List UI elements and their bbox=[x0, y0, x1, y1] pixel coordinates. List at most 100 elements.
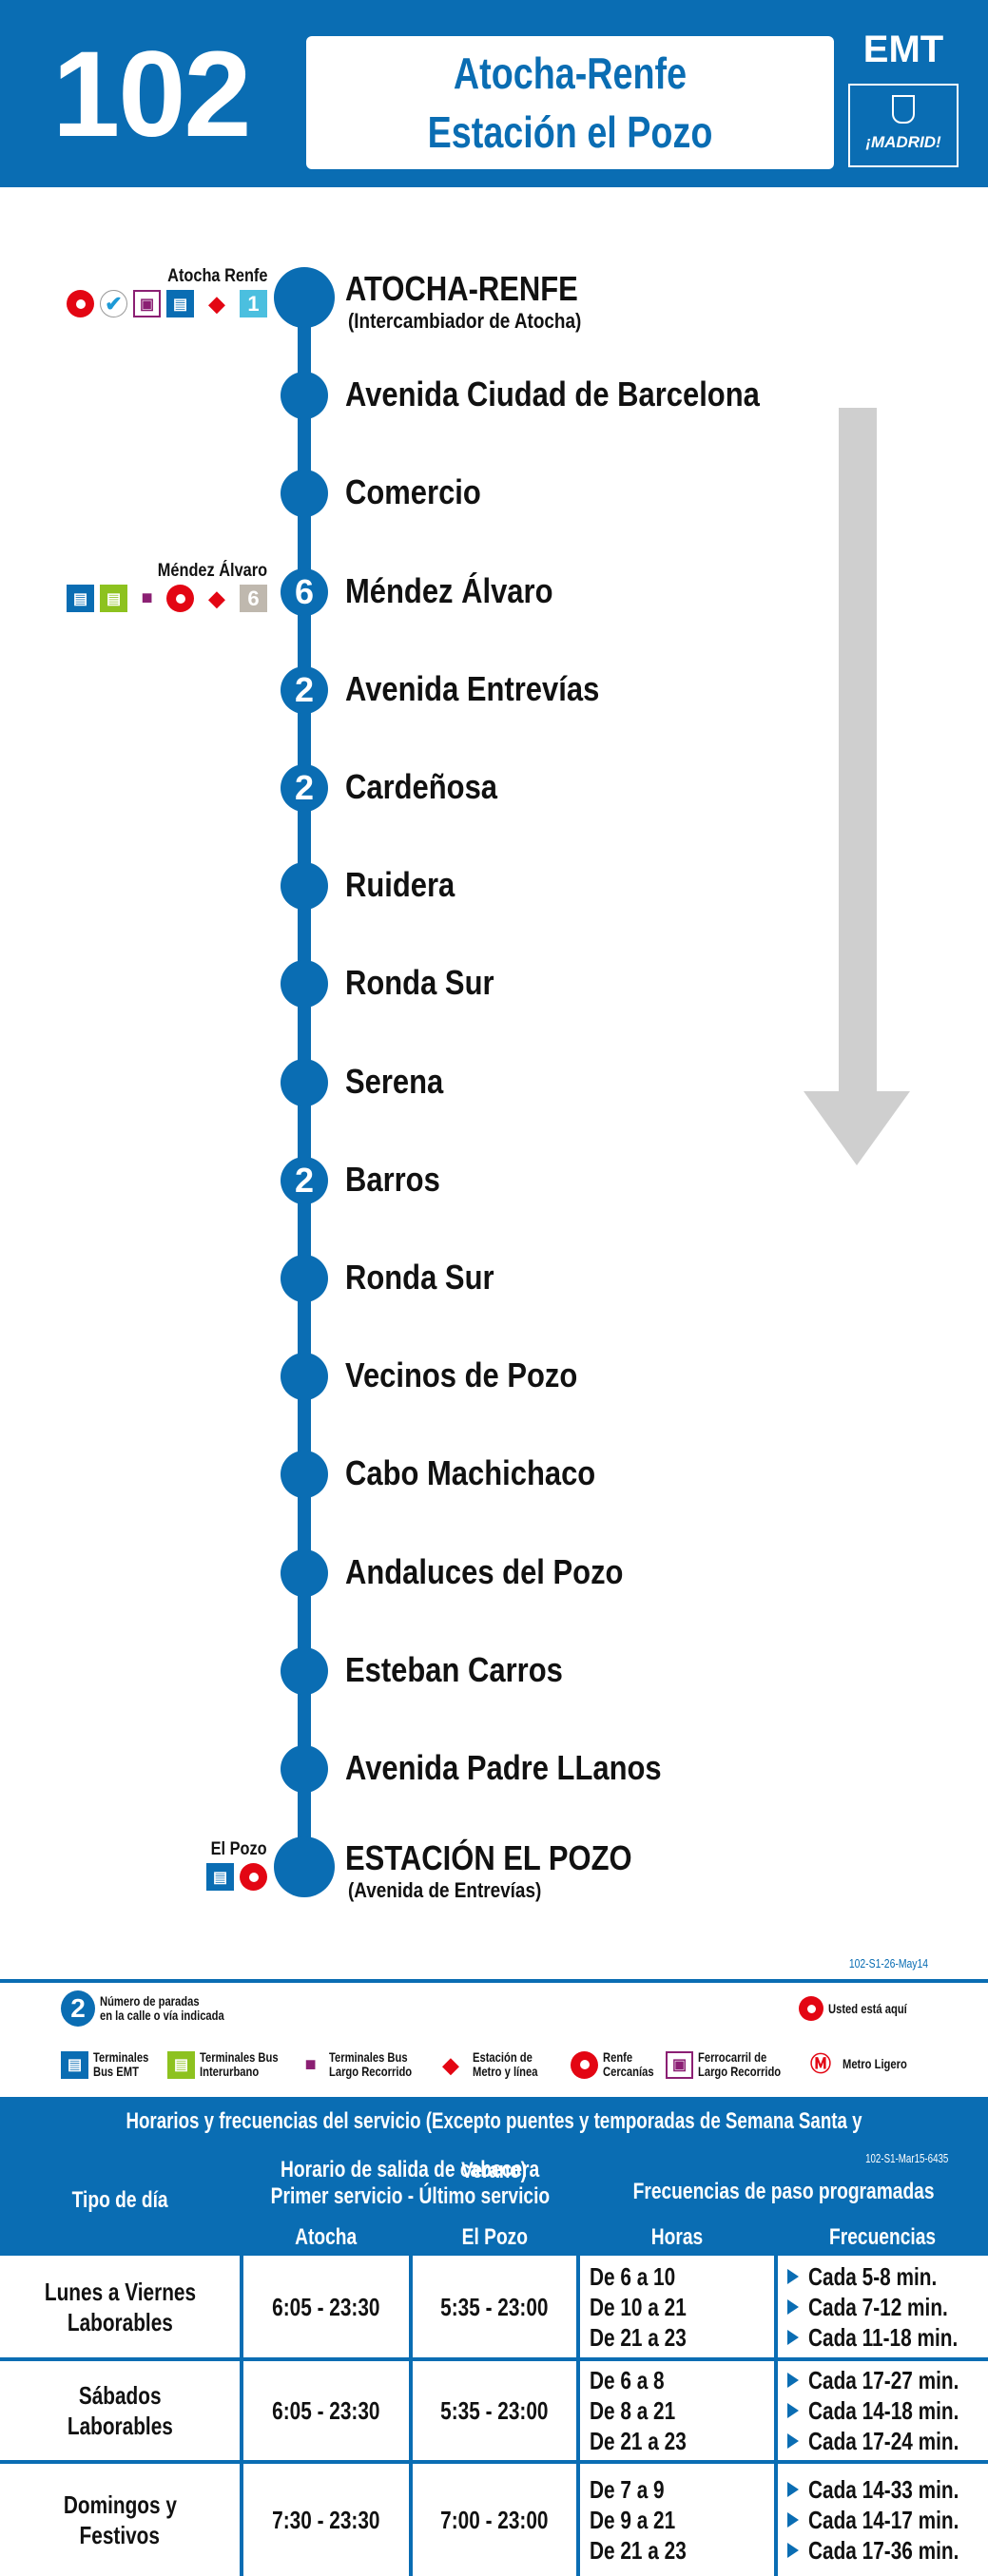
atocha-time-cell-text: 6:05 - 23:30 bbox=[272, 2396, 380, 2425]
frequency-row: Cada 14-18 min. bbox=[787, 2395, 988, 2426]
divider bbox=[0, 1979, 988, 1983]
bus-emt-icon: ▤ bbox=[206, 1863, 234, 1891]
frequency-text: Cada 7-12 min. bbox=[808, 2292, 948, 2321]
frequency-cell: Cada 17-27 min. Cada 14-18 min. Cada 17-24… bbox=[778, 2361, 988, 2460]
frequency-row: Cada 14-17 min. bbox=[787, 2505, 988, 2535]
direction-arrow-head-icon bbox=[804, 1091, 910, 1165]
stop-name: Ruidera bbox=[345, 865, 455, 905]
stop-marker bbox=[281, 1548, 328, 1597]
legend-text: Usted está aquí bbox=[828, 2000, 907, 2016]
renfe-cercanias-icon bbox=[571, 2050, 598, 2079]
stop-name: Cabo Machichaco bbox=[345, 1453, 596, 1493]
atocha-time-cell: 6:05 - 23:30 bbox=[243, 2256, 409, 2357]
stop-name: Ronda Sur bbox=[345, 963, 494, 1003]
legend-text: Largo Recorrido bbox=[698, 2064, 782, 2079]
stop-marker bbox=[281, 862, 328, 911]
hours-cell: De 6 a 10 De 10 a 21 De 21 a 23 bbox=[580, 2256, 774, 2357]
header-pozo: El Pozo bbox=[413, 2222, 576, 2253]
header-day-type-text: Tipo de día bbox=[71, 2187, 168, 2213]
day-type-cell-text: Sábados bbox=[78, 2381, 162, 2410]
frequency-row: Cada 17-24 min. bbox=[787, 2426, 988, 2456]
frequency-text: Cada 11-18 min. bbox=[808, 2322, 959, 2352]
legend-text: Terminales Bus bbox=[329, 2049, 408, 2065]
metro-icon: ◆ bbox=[200, 585, 234, 612]
legend-text: en la calle o vía indicada bbox=[100, 2008, 224, 2023]
header-frequencies-text: Frecuencias de paso programadas bbox=[633, 2179, 935, 2204]
legend-text: Renfe bbox=[603, 2049, 633, 2065]
day-type-cell: Domingos y Festivos bbox=[0, 2464, 240, 2576]
arrow-bullet-icon bbox=[787, 2329, 799, 2345]
pozo-time-cell-text: 5:35 - 23:00 bbox=[440, 2292, 549, 2321]
frequency-text: Cada 17-27 min. bbox=[808, 2366, 959, 2394]
stop-marker bbox=[281, 1058, 328, 1106]
frequency-text: Cada 17-36 min. bbox=[808, 2536, 959, 2565]
metro-line-badge: 6 bbox=[240, 585, 267, 612]
stop-name: Ronda Sur bbox=[345, 1258, 494, 1297]
legend-item: ▣ Ferrocarril de Largo Recorrido bbox=[666, 2050, 802, 2079]
stop-count-badge: 2 bbox=[281, 1156, 328, 1204]
stop-name: Andaluces del Pozo bbox=[345, 1551, 624, 1591]
hours-cell-text: De 21 a 23 bbox=[590, 2322, 687, 2352]
stop-name: Vecinos de Pozo bbox=[345, 1355, 578, 1395]
arrow-bullet-icon bbox=[787, 2403, 799, 2418]
day-type-cell: Lunes a Viernes Laborables bbox=[0, 2256, 240, 2357]
legend-item: ◆ Estación de Metro y línea bbox=[434, 2050, 554, 2079]
pozo-time-cell: 5:35 - 23:00 bbox=[413, 2361, 576, 2460]
legend-text: Metro y línea bbox=[473, 2064, 538, 2079]
interurban-bus-icon: ▤ bbox=[167, 2050, 195, 2079]
stop-name: Comercio bbox=[345, 472, 481, 512]
hours-cell-text: De 21 a 23 bbox=[590, 2427, 687, 2455]
stop-name: Avenida Ciudad de Barcelona bbox=[345, 375, 760, 414]
day-type-cell-text: Domingos y bbox=[63, 2490, 177, 2519]
frequency-row: Cada 17-27 min. bbox=[787, 2365, 988, 2395]
legend-item: ▤ Terminales Bus Interurbano bbox=[167, 2050, 298, 2079]
atocha-time-cell: 6:05 - 23:30 bbox=[243, 2361, 409, 2460]
day-type-cell: Sábados Laborables bbox=[0, 2361, 240, 2460]
frequency-text: Cada 14-33 min. bbox=[808, 2475, 959, 2504]
pozo-time-cell-text: 5:35 - 23:00 bbox=[440, 2396, 549, 2425]
header-day-type: Tipo de día bbox=[0, 2148, 240, 2253]
metro-icon: ◆ bbox=[434, 2050, 468, 2079]
legend-text: Interurbano bbox=[200, 2064, 260, 2079]
stop-marker bbox=[281, 1451, 328, 1499]
bus-emt-icon: ▤ bbox=[61, 2050, 88, 2079]
frequency-cell: Cada 5-8 min. Cada 7-12 min. Cada 11-18 mi… bbox=[778, 2256, 988, 2357]
hours-cell-text: De 6 a 8 bbox=[590, 2366, 665, 2394]
legend-item: Ⓜ Metro Ligero bbox=[804, 2050, 923, 2078]
long-distance-train-icon: ▣ bbox=[133, 290, 161, 317]
emt-logo: EMT bbox=[862, 29, 944, 70]
stop-name: Avenida Padre LLanos bbox=[345, 1748, 662, 1787]
header-atocha: Atocha bbox=[243, 2222, 409, 2253]
you-are-here-icon bbox=[799, 1996, 823, 2021]
renfe-cercanias-icon bbox=[240, 1863, 267, 1891]
map-version: 102-S1-26-May14 bbox=[848, 1956, 928, 1970]
renfe-cercanias-icon bbox=[166, 585, 194, 612]
legend-text: Largo Recorrido bbox=[329, 2064, 413, 2079]
arrow-bullet-icon bbox=[787, 2482, 799, 2497]
hours-cell: De 7 a 9 De 9 a 21 De 21 a 23 bbox=[580, 2464, 774, 2576]
stop-marker bbox=[281, 1353, 328, 1401]
stop-name: Esteban Carros bbox=[345, 1649, 563, 1689]
connection-label-mendez: Méndez Álvaro bbox=[157, 561, 267, 581]
atocha-time-cell: 7:30 - 23:30 bbox=[243, 2464, 409, 2576]
hours-cell-text: De 6 a 10 bbox=[590, 2261, 676, 2291]
stop-marker bbox=[274, 1836, 335, 1898]
connection-icons-pozo: ▤ bbox=[206, 1863, 267, 1891]
day-type-cell-text: Laborables bbox=[67, 2307, 173, 2336]
stop-count-badge: 6 bbox=[281, 567, 328, 616]
frequency-text: Cada 5-8 min. bbox=[808, 2261, 938, 2291]
legend-text: Terminales bbox=[93, 2049, 149, 2065]
hours-cell-text: De 7 a 9 bbox=[590, 2475, 665, 2504]
schedule-title: Horarios y frecuencias del servicio (Exc… bbox=[0, 2097, 988, 2183]
frequency-text: Cada 17-24 min. bbox=[808, 2427, 959, 2455]
atocha-time-cell-text: 7:30 - 23:30 bbox=[272, 2506, 380, 2534]
legend-stop-count: 2 Número de paradas en la calle o vía ind… bbox=[61, 1990, 255, 2027]
pozo-time-cell-text: 7:00 - 23:00 bbox=[440, 2506, 549, 2534]
stop-marker bbox=[274, 267, 335, 328]
header-hours-text: Horas bbox=[650, 2224, 704, 2250]
header-freq: Frecuencias bbox=[778, 2222, 988, 2253]
arrow-bullet-icon bbox=[787, 2433, 799, 2449]
stop-marker bbox=[281, 470, 328, 518]
legend-item: ■ Terminales Bus Largo Recorrido bbox=[297, 2050, 433, 2079]
day-type-cell-text: Laborables bbox=[67, 2412, 173, 2440]
